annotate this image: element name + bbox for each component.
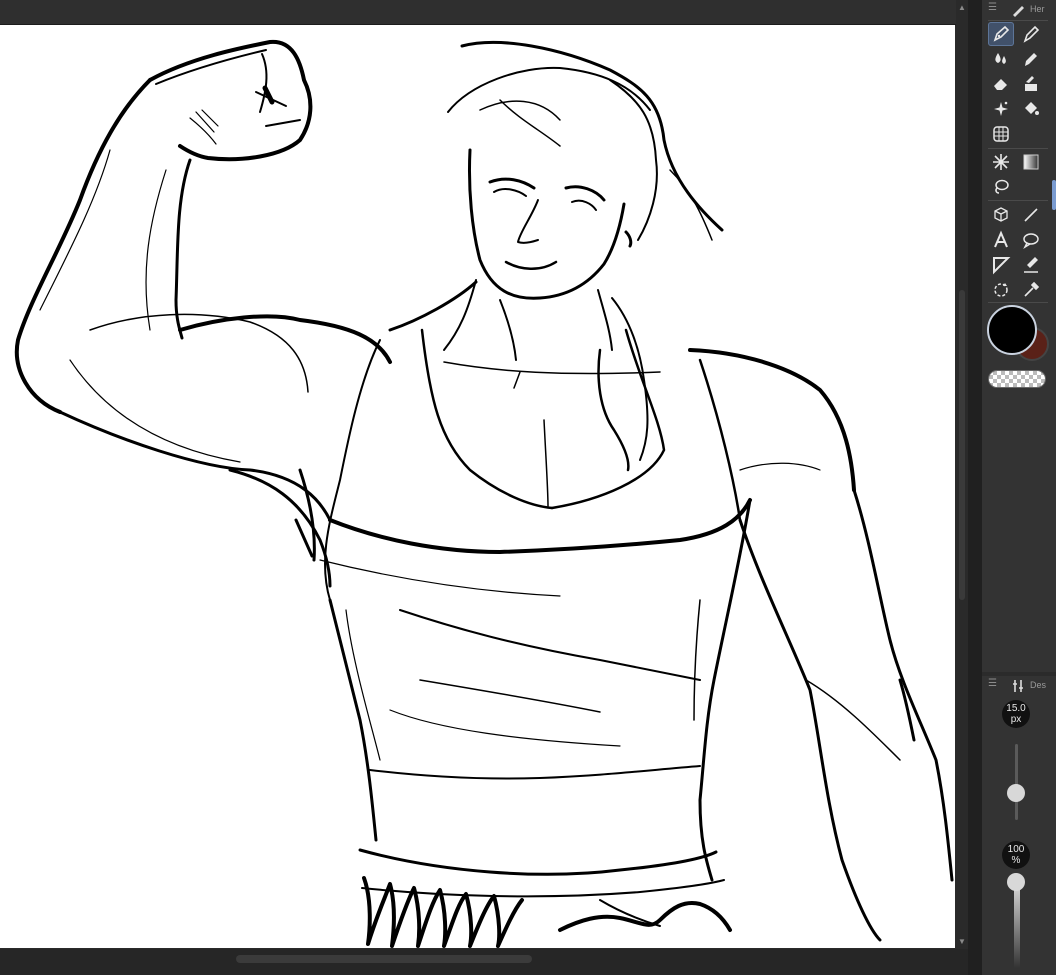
- foreground-color-swatch[interactable]: [987, 305, 1037, 355]
- brush-tool[interactable]: [1018, 22, 1044, 46]
- panel-divider: [968, 0, 982, 975]
- fill-tool[interactable]: [1018, 72, 1044, 96]
- brush-panel-title: Des: [1030, 680, 1047, 690]
- horizontal-scrollbar[interactable]: [0, 949, 968, 975]
- speech-bubble-tool[interactable]: [1018, 228, 1044, 252]
- eraser-icon: [994, 79, 1007, 90]
- line-icon: [1024, 208, 1038, 222]
- panel-menu-icon[interactable]: ☰: [988, 678, 997, 689]
- tool-panel-header: ☰ Her: [982, 0, 1056, 20]
- sparkle-icon: [994, 101, 1008, 116]
- brush-size-slider-knob[interactable]: [1007, 784, 1025, 803]
- header-separator: [988, 20, 1048, 21]
- frame-border-icon: [993, 257, 1011, 275]
- gradient-tool[interactable]: [1018, 150, 1044, 174]
- panel-edge-indicator: [1052, 180, 1056, 210]
- blur-tool[interactable]: [988, 47, 1014, 71]
- grid-icon: [993, 126, 1009, 142]
- brush-settings-icon: [1013, 680, 1023, 692]
- tool-panel-title: Her: [1030, 4, 1045, 14]
- gradient-icon: [1023, 154, 1039, 170]
- vertical-scrollbar[interactable]: ▲ ▼: [956, 0, 968, 950]
- ink-fill-icon: [1025, 76, 1037, 91]
- eyedropper-tool[interactable]: [1018, 278, 1044, 302]
- panel-menu-icon[interactable]: ☰: [988, 2, 997, 13]
- eyedropper-icon: [1024, 281, 1040, 297]
- magic-wand-tool[interactable]: [988, 150, 1014, 174]
- pen-tool[interactable]: [988, 22, 1014, 46]
- sketch-artwork: [14, 39, 954, 948]
- lasso-icon: [995, 179, 1009, 194]
- pen-header-icon: [1013, 6, 1024, 17]
- horizontal-scroll-thumb[interactable]: [236, 955, 532, 963]
- brush-size-value: 15.0 px: [1002, 700, 1030, 728]
- bucket-tool[interactable]: [1018, 97, 1044, 121]
- opacity-slider-knob[interactable]: [1007, 873, 1025, 891]
- cube-icon: [994, 207, 1008, 222]
- tool-panel: ☰ Her: [982, 0, 1056, 672]
- scroll-up-arrow-icon[interactable]: ▲: [956, 2, 968, 14]
- frame-tool[interactable]: [988, 253, 1014, 277]
- opacity-value: 100 %: [1002, 841, 1030, 869]
- correction-brush-icon: [1024, 257, 1038, 273]
- scroll-down-arrow-icon[interactable]: ▼: [956, 936, 968, 948]
- rotate-tool[interactable]: [988, 278, 1014, 302]
- drawing-canvas[interactable]: [0, 25, 955, 948]
- cube-tool[interactable]: [988, 203, 1014, 227]
- correction-tool[interactable]: [1018, 253, 1044, 277]
- tool-separator: [988, 148, 1048, 149]
- opacity-slider[interactable]: [1014, 882, 1020, 968]
- brush-size-slider[interactable]: [1015, 744, 1018, 820]
- brush-size-unit: px: [1010, 714, 1022, 725]
- brush-icon: [1023, 25, 1040, 43]
- marker-tool[interactable]: [1018, 47, 1044, 71]
- brush-size-number: 15.0: [1006, 703, 1026, 714]
- drops-icon: [995, 53, 1006, 64]
- text-tool[interactable]: [988, 228, 1014, 252]
- rotate-icon: [994, 283, 1008, 297]
- speech-bubble-icon: [1023, 233, 1039, 249]
- magic-wand-icon: [993, 154, 1009, 170]
- lasso-tool[interactable]: [988, 175, 1014, 199]
- transparent-color-swatch[interactable]: [988, 370, 1046, 388]
- grid-tool[interactable]: [988, 122, 1014, 146]
- brush-size-panel: ☰ Des 15.0 px 100 %: [982, 676, 1056, 975]
- opacity-number: 100: [1007, 844, 1025, 855]
- vertical-scroll-thumb[interactable]: [959, 290, 965, 600]
- sparkle-tool[interactable]: [988, 97, 1014, 121]
- canvas-top-bar: [0, 0, 956, 25]
- tool-separator: [988, 200, 1048, 201]
- text-icon: [994, 230, 1008, 248]
- line-tool[interactable]: [1018, 203, 1044, 227]
- opacity-unit: %: [1011, 855, 1021, 866]
- eraser-tool[interactable]: [988, 72, 1014, 96]
- marker-icon: [1025, 53, 1037, 66]
- pen-icon: [993, 25, 1010, 42]
- paint-bucket-icon: [1025, 102, 1039, 115]
- tool-separator: [988, 302, 1048, 303]
- brush-panel-header: ☰ Des: [982, 676, 1056, 696]
